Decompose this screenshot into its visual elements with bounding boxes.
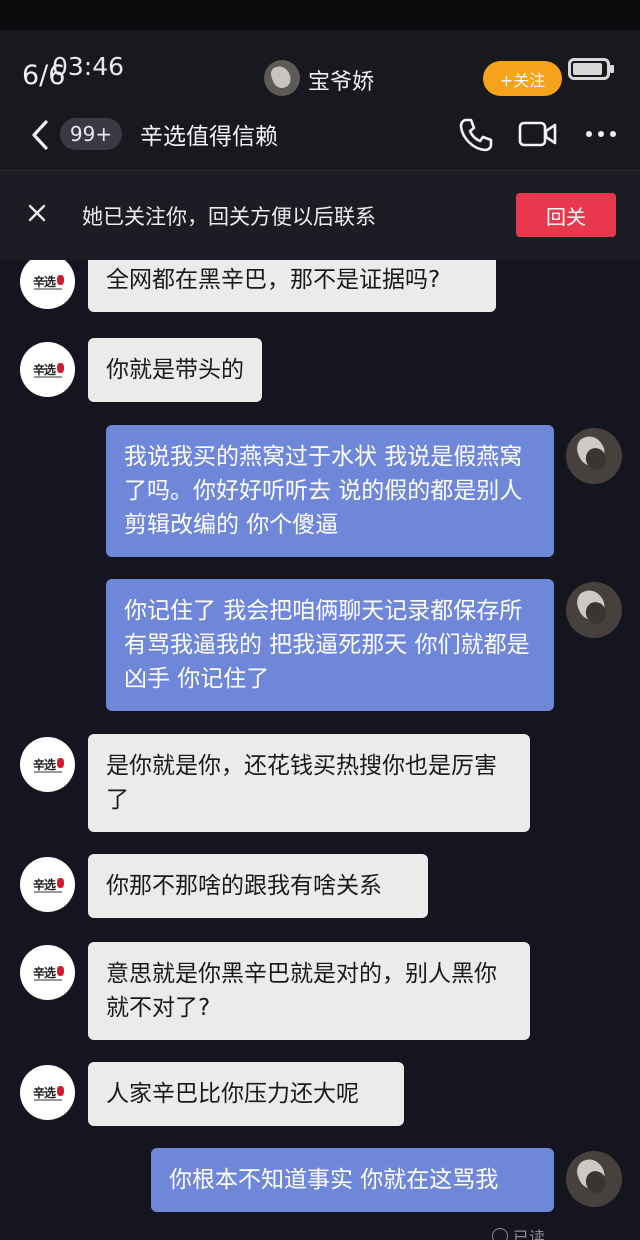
status-bar [0, 0, 640, 30]
sender-avatar[interactable]: 辛选 [20, 857, 75, 912]
message-bubble-incoming: 你就是带头的 [88, 338, 262, 402]
message-bubble-incoming: 人家辛巴比你压力还大呢 [88, 1062, 404, 1126]
sender-avatar[interactable]: 辛选 [20, 737, 75, 792]
message-bubble-outgoing: 你记住了 我会把咱俩聊天记录都保存所有骂我逼我的 把我逼死那天 你们就都是凶手 … [106, 579, 554, 711]
message-bubble-outgoing: 我说我买的燕窝过于水状 我说是假燕窝了吗。你好好听听去 说的假的都是别人剪辑改编… [106, 425, 554, 557]
message-bubble-incoming: 是你就是你，还花钱买热搜你也是厉害了 [88, 734, 530, 832]
read-receipt: 已读 [492, 1224, 545, 1240]
more-dots-icon[interactable] [584, 128, 618, 140]
check-circle-icon [492, 1228, 508, 1240]
banner-text: 她已关注你，回关方便以后联系 [82, 205, 376, 229]
chat-title: 辛选值得信赖 [140, 124, 278, 150]
sender-avatar[interactable]: 辛选 [20, 260, 75, 309]
my-avatar[interactable] [566, 428, 622, 484]
message-bubble-incoming: 意思就是你黑辛巴就是对的，别人黑你就不对了? [88, 942, 530, 1040]
message-bubble-incoming: 你那不那啥的跟我有啥关系 [88, 854, 428, 918]
message-bubble-incoming: 全网都在黑辛巴，那不是证据吗? [88, 260, 496, 312]
battery-icon [568, 58, 614, 80]
follow-back-button[interactable]: 回关 [516, 193, 616, 237]
my-avatar[interactable] [566, 582, 622, 638]
sender-avatar[interactable]: 辛选 [20, 342, 75, 397]
my-avatar[interactable] [566, 1151, 622, 1207]
message-list[interactable]: 辛选 全网都在黑辛巴，那不是证据吗? 辛选 你就是带头的 我说我买的燕窝过于水状… [0, 260, 640, 1240]
message-bubble-outgoing: 你根本不知道事实 你就在这骂我 [151, 1148, 554, 1212]
sender-avatar[interactable]: 辛选 [20, 1065, 75, 1120]
follow-button[interactable]: +关注 [483, 61, 562, 96]
close-icon[interactable] [26, 202, 48, 224]
contact-avatar[interactable] [264, 60, 300, 96]
video-camera-icon[interactable] [518, 119, 558, 149]
phone-icon[interactable] [458, 117, 494, 153]
unread-badge: 99+ [60, 118, 122, 150]
sender-avatar[interactable]: 辛选 [20, 945, 75, 1000]
read-status-label: 已读 [513, 1228, 546, 1240]
contact-name: 宝爷娇 [308, 70, 375, 95]
chevron-left-icon[interactable] [26, 118, 56, 152]
clock: 03:46 [52, 52, 125, 81]
